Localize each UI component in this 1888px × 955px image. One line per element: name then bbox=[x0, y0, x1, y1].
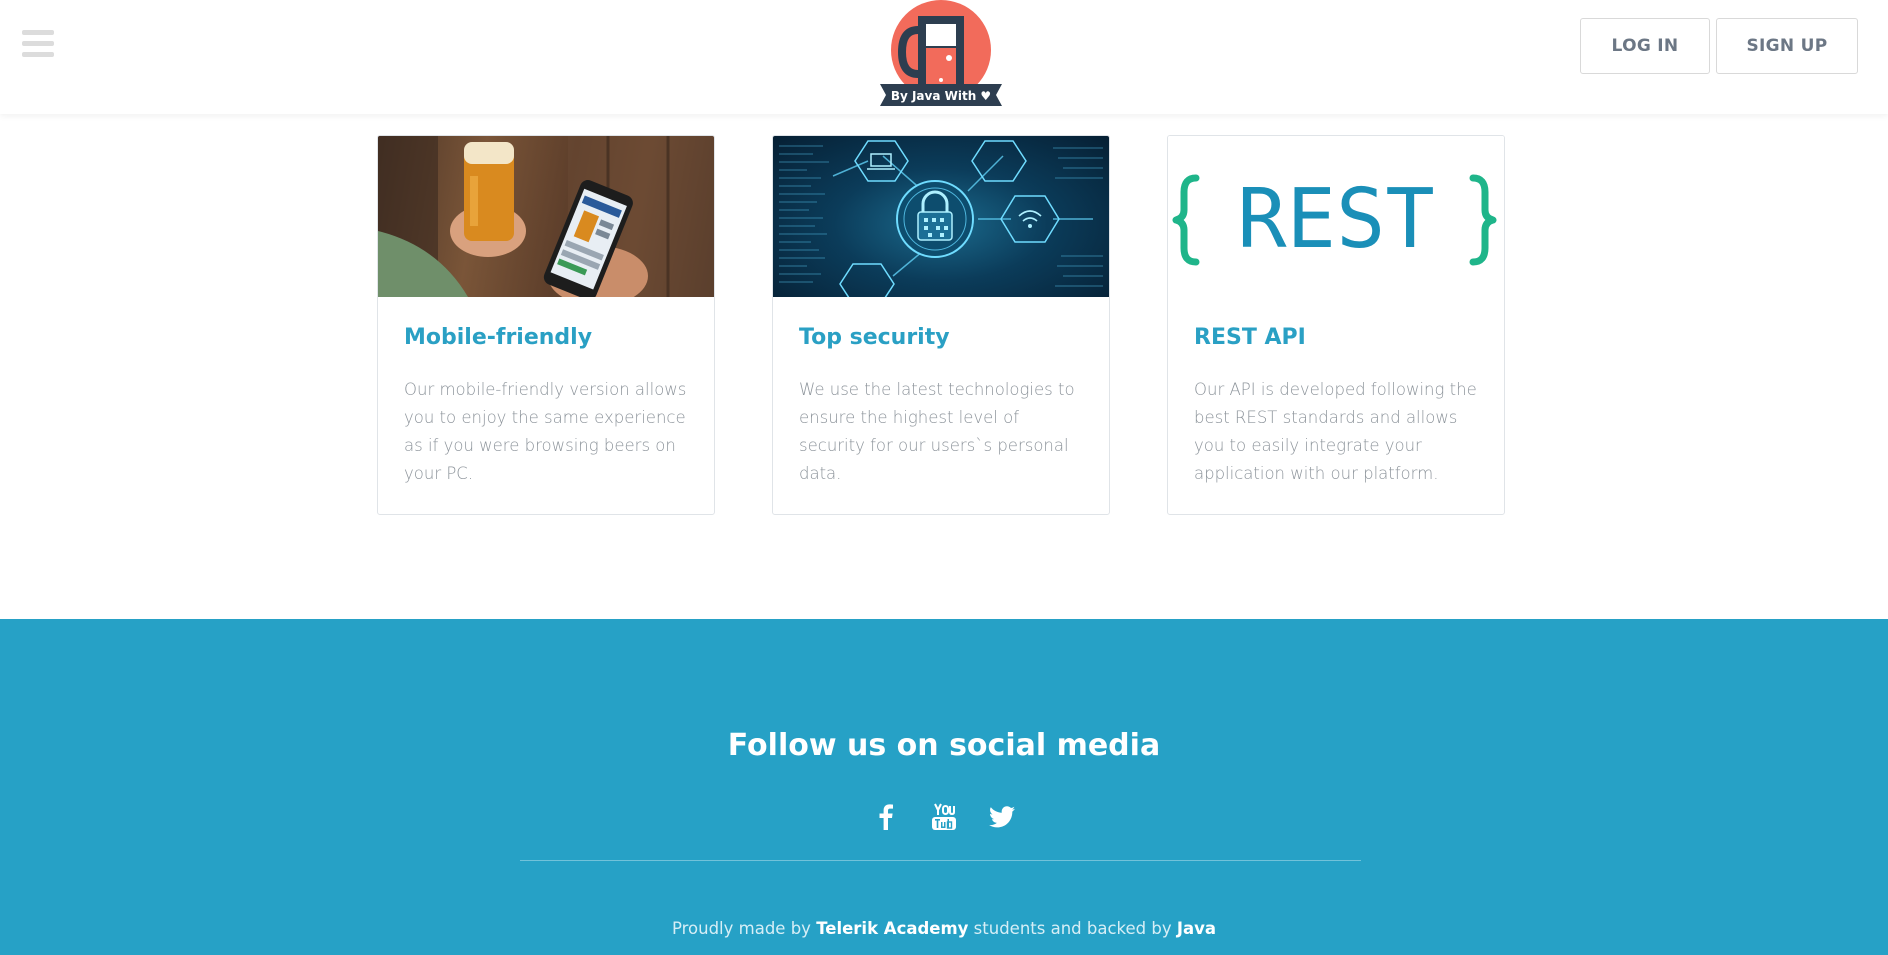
features-section: Mobile-friendly Our mobile-friendly vers… bbox=[377, 135, 1505, 515]
credit-prefix: Proudly made by bbox=[671, 919, 817, 938]
rest-logo-image: REST bbox=[1168, 136, 1504, 297]
twitter-icon[interactable] bbox=[988, 802, 1016, 832]
feature-card-security: Top security We use the latest technolog… bbox=[772, 135, 1110, 515]
login-button[interactable]: LOG IN bbox=[1580, 18, 1710, 74]
feature-title: REST API bbox=[1194, 325, 1306, 350]
logo-graphic: By Java With ♥ bbox=[880, 0, 1002, 106]
feature-card-mobile: Mobile-friendly Our mobile-friendly vers… bbox=[377, 135, 715, 515]
feature-description: Our mobile-friendly version allows you t… bbox=[404, 380, 687, 483]
feature-title: Mobile-friendly bbox=[404, 325, 593, 350]
feature-description: Our API is developed following the best … bbox=[1194, 380, 1477, 483]
footer-credit: Proudly made by Telerik Academy students… bbox=[0, 919, 1888, 938]
social-links bbox=[0, 802, 1888, 832]
credit-org-link[interactable]: Telerik Academy bbox=[816, 919, 968, 938]
site-logo[interactable]: By Java With ♥ bbox=[878, 0, 1004, 108]
feature-description: We use the latest technologies to ensure… bbox=[799, 380, 1075, 483]
site-footer: Follow us on social media Proudly made b… bbox=[0, 619, 1888, 955]
credit-backer-link[interactable]: Java bbox=[1177, 919, 1216, 938]
hamburger-menu-icon[interactable] bbox=[22, 30, 54, 58]
rest-logo-text: REST bbox=[1237, 172, 1434, 267]
beer-and-phone-photo bbox=[378, 136, 714, 297]
feature-card-rest-api: REST REST API Our API is developed follo… bbox=[1167, 135, 1505, 515]
feature-title: Top security bbox=[799, 325, 950, 350]
credit-middle: students and backed by bbox=[968, 919, 1177, 938]
signup-button[interactable]: SIGN UP bbox=[1716, 18, 1858, 74]
footer-divider bbox=[520, 860, 1361, 861]
youtube-icon[interactable] bbox=[930, 802, 958, 832]
security-lock-circuit-image bbox=[773, 136, 1109, 297]
logo-text: By Java With ♥ bbox=[891, 89, 991, 103]
site-header: By Java With ♥ LOG IN SIGN UP bbox=[0, 0, 1888, 114]
footer-title: Follow us on social media bbox=[727, 728, 1161, 763]
facebook-icon[interactable] bbox=[872, 802, 900, 832]
